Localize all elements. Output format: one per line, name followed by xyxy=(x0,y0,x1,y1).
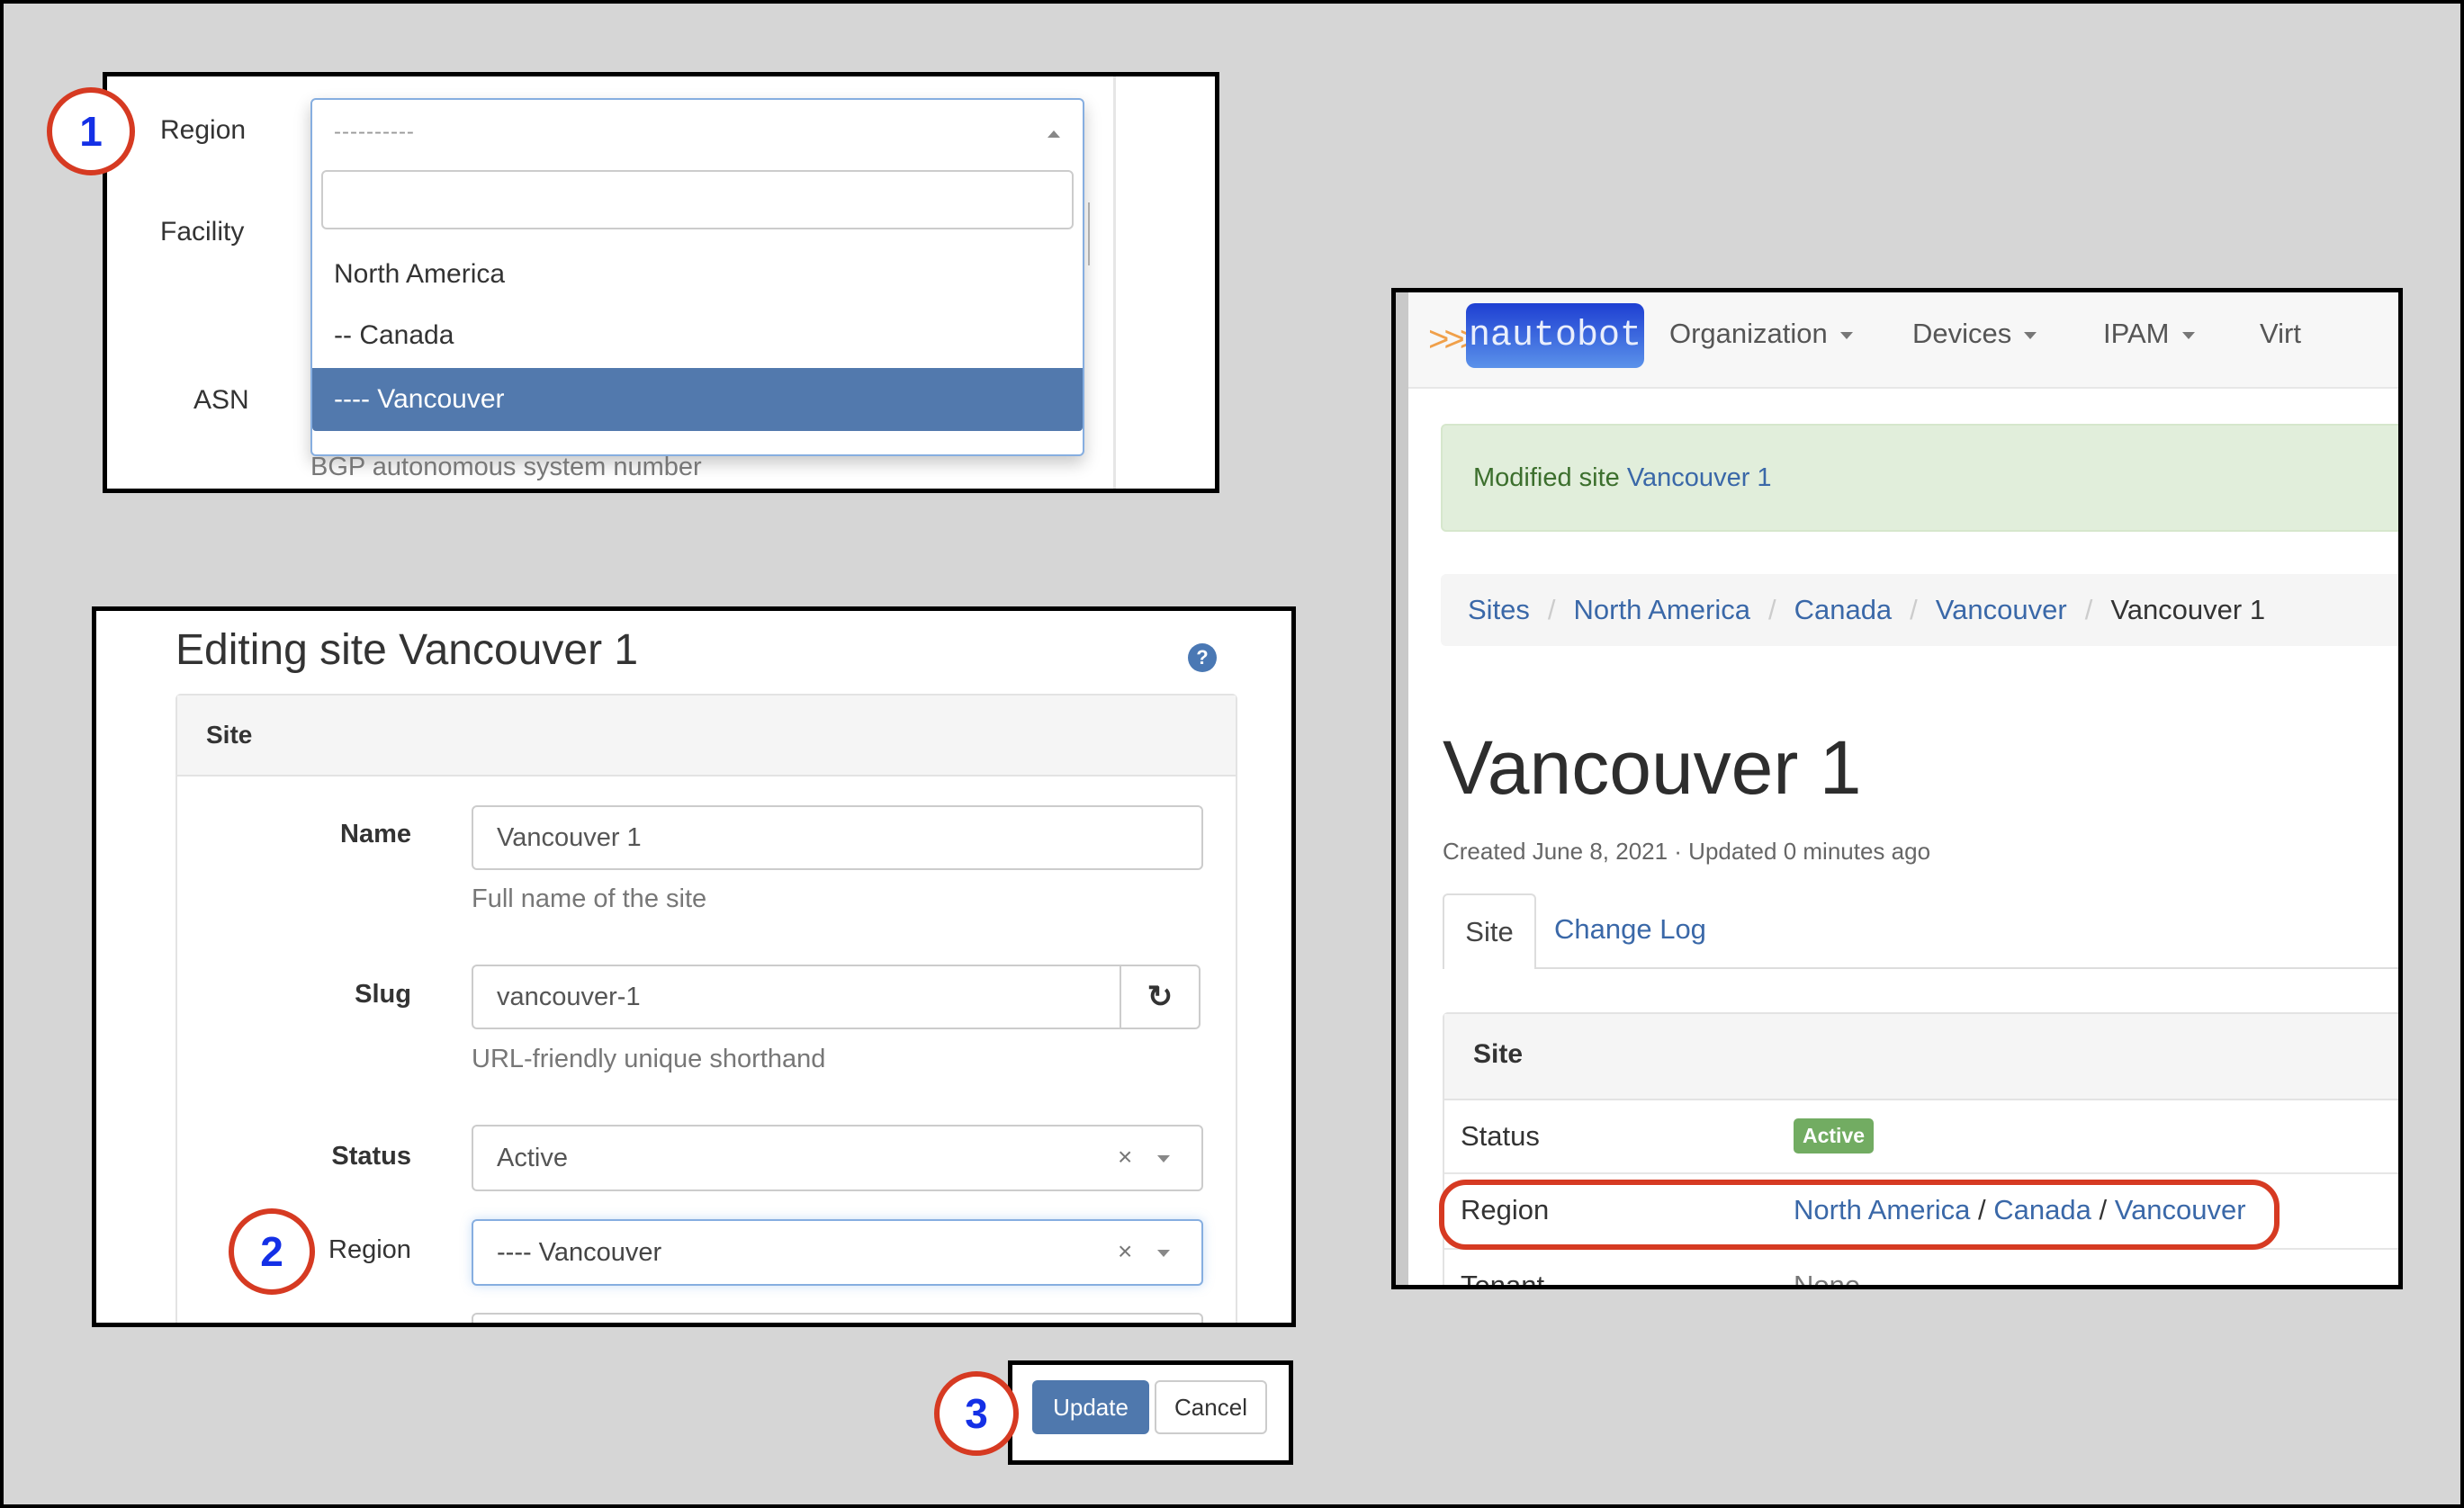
option-label: -- Canada xyxy=(334,320,454,350)
region-select-value: ---------- xyxy=(334,120,415,144)
cancel-button[interactable]: Cancel xyxy=(1155,1380,1267,1434)
step-3-marker: 3 xyxy=(934,1371,1019,1456)
status-badge: Active xyxy=(1794,1118,1875,1153)
alert-text: Modified site Vancouver 1 xyxy=(1473,463,1772,493)
slug-input[interactable]: vancouver-1 xyxy=(472,965,1121,1029)
slug-help-text: URL-friendly unique shorthand xyxy=(472,1045,826,1073)
row-value: None xyxy=(1794,1270,1861,1289)
regenerate-slug-button[interactable]: ↻ xyxy=(1120,965,1201,1029)
step-1-marker: 1 xyxy=(47,87,135,175)
section-header: Site xyxy=(177,696,1236,776)
option-label: ---- Vancouver xyxy=(334,384,505,414)
name-input[interactable]: Vancouver 1 xyxy=(472,805,1203,870)
status-select[interactable]: Active × xyxy=(472,1125,1203,1191)
tab-label: Change Log xyxy=(1554,913,1706,945)
update-button[interactable]: Update xyxy=(1032,1380,1149,1434)
table-row-status: Status Active xyxy=(1444,1099,2398,1174)
card-title: Site xyxy=(1473,1039,1524,1069)
site-title: Vancouver 1 xyxy=(1443,725,1862,810)
tab-change-log[interactable]: Change Log xyxy=(1554,913,1706,946)
asn-label: ASN xyxy=(193,385,249,415)
step-2-marker: 2 xyxy=(229,1208,315,1295)
table-row-tenant: Tenant None xyxy=(1444,1248,2398,1289)
region-label: Region xyxy=(328,1235,411,1264)
alert-prefix: Modified site xyxy=(1473,463,1627,492)
slug-value: vancouver-1 xyxy=(497,982,641,1011)
card-header: Site xyxy=(1444,1014,2398,1100)
row-key: Tenant xyxy=(1461,1270,1545,1289)
question-circle-icon[interactable]: ? xyxy=(1188,643,1217,672)
caret-down-icon xyxy=(1157,1155,1170,1162)
breadcrumb-separator: / xyxy=(1910,594,1918,625)
region-label: Region xyxy=(160,115,247,145)
option-north-america[interactable]: North America xyxy=(312,244,1083,305)
slug-label: Slug xyxy=(355,980,411,1009)
region-value: ---- Vancouver xyxy=(497,1237,662,1267)
region-highlight-annotation xyxy=(1439,1180,2280,1250)
nav-virtualization[interactable]: Virt xyxy=(2260,318,2301,350)
page-title: Editing site Vancouver 1 xyxy=(175,626,639,674)
region-search-input[interactable] xyxy=(321,170,1074,229)
breadcrumb-separator: / xyxy=(1767,594,1776,625)
clear-icon[interactable]: × xyxy=(1118,1237,1132,1266)
site-meta: Created June 8, 2021 · Updated 0 minutes… xyxy=(1443,838,1931,865)
breadcrumb-separator: / xyxy=(2084,594,2093,625)
nav-organization[interactable]: Organization xyxy=(1669,318,1853,350)
nav-ipam[interactable]: IPAM xyxy=(2103,318,2195,350)
alert-site-link[interactable]: Vancouver 1 xyxy=(1627,463,1772,492)
nav-label: IPAM xyxy=(2103,318,2170,349)
status-value: Active xyxy=(497,1143,568,1172)
caret-down-icon xyxy=(2024,331,2037,339)
caret-up-icon xyxy=(1048,130,1060,138)
name-help-text: Full name of the site xyxy=(472,884,707,913)
facility-label: Facility xyxy=(160,217,245,247)
section-title: Site xyxy=(206,721,253,749)
tab-site[interactable]: Site xyxy=(1443,893,1536,969)
site-detail-panel: >>> nautobot Organization Devices IPAM V… xyxy=(1391,288,2403,1289)
nav-label: Organization xyxy=(1669,318,1828,349)
breadcrumb-sites[interactable]: Sites xyxy=(1468,594,1530,626)
name-value: Vancouver 1 xyxy=(497,822,642,852)
tab-label: Site xyxy=(1465,916,1514,947)
clear-icon[interactable]: × xyxy=(1118,1143,1132,1171)
form-buttons-panel: Update Cancel xyxy=(1008,1360,1293,1465)
refresh-icon: ↻ xyxy=(1147,980,1174,1014)
success-alert: Modified site Vancouver 1 xyxy=(1441,424,2398,532)
option-canada[interactable]: -- Canada xyxy=(312,305,1083,366)
next-field-input[interactable] xyxy=(472,1313,1203,1323)
breadcrumb-north-america[interactable]: North America xyxy=(1574,594,1750,626)
navbar: >>> nautobot Organization Devices IPAM V… xyxy=(1408,292,2398,389)
nautobot-logo[interactable]: nautobot xyxy=(1466,303,1644,368)
cancel-label: Cancel xyxy=(1174,1393,1247,1421)
nav-devices[interactable]: Devices xyxy=(1912,318,2037,350)
name-label: Name xyxy=(340,820,411,848)
divider xyxy=(1113,76,1116,489)
status-label: Status xyxy=(331,1142,411,1171)
region-select[interactable]: ---- Vancouver × xyxy=(472,1219,1203,1286)
breadcrumb-separator: / xyxy=(1547,594,1556,625)
update-label: Update xyxy=(1053,1393,1129,1421)
caret-down-icon xyxy=(1839,331,1853,339)
caret-down-icon xyxy=(1157,1250,1170,1257)
caret-down-icon xyxy=(2181,331,2195,339)
breadcrumb-current: Vancouver 1 xyxy=(2110,594,2266,625)
region-select[interactable]: ---------- North America -- Canada ---- … xyxy=(310,98,1084,456)
breadcrumb: Sites / North America / Canada / Vancouv… xyxy=(1441,574,2398,646)
option-label: North America xyxy=(334,259,506,289)
breadcrumb-vancouver[interactable]: Vancouver xyxy=(1936,594,2067,626)
region-dropdown-panel: Region Facility ASN ---------- North Ame… xyxy=(103,72,1219,493)
logo-text: nautobot xyxy=(1468,315,1642,356)
nav-label: Devices xyxy=(1912,318,2012,349)
asn-help-text: BGP autonomous system number xyxy=(310,453,702,481)
window-edge xyxy=(1396,292,1408,1285)
nav-label: Virt xyxy=(2260,318,2301,349)
option-vancouver-selected[interactable]: ---- Vancouver xyxy=(312,368,1083,431)
row-key: Status xyxy=(1461,1120,1540,1152)
breadcrumb-canada[interactable]: Canada xyxy=(1794,594,1893,626)
